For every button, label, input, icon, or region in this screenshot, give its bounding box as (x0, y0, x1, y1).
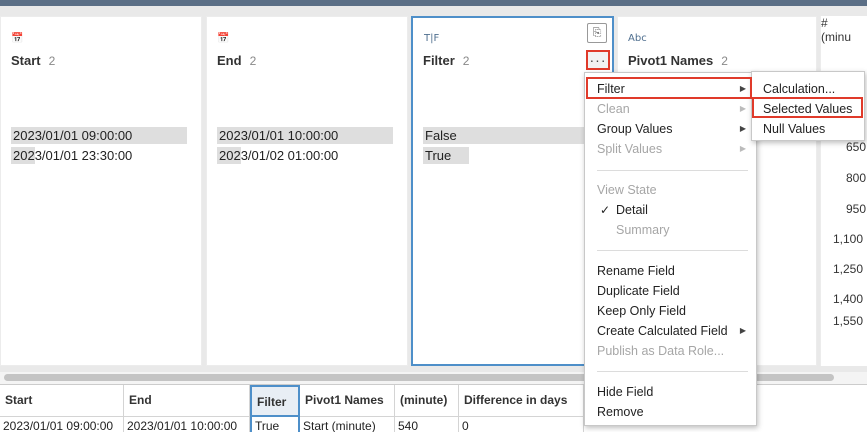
axis-label: 1,400 (833, 292, 864, 306)
menu-item-create-calculated-field[interactable]: Create Calculated Field ▶ (585, 321, 756, 341)
submenu-arrow-icon: ▶ (739, 124, 746, 133)
axis-label: 1,250 (833, 262, 864, 276)
distinct-count: 2 (249, 54, 257, 68)
field-name: Start 2 (11, 53, 56, 68)
menu-item-detail[interactable]: ✓ Detail (585, 200, 756, 220)
menu-section-view-state: View State (597, 183, 657, 197)
submenu-item-selected-values[interactable]: Selected Values (752, 99, 864, 119)
menu-item-publish-as-data-role: Publish as Data Role... (597, 344, 725, 358)
menu-item-summary: Summary (616, 223, 670, 237)
string-icon: Abc (628, 33, 647, 44)
menu-item-filter[interactable]: Filter ▶ (585, 79, 756, 99)
grid-cell[interactable]: 540 (395, 417, 459, 432)
column-header-filter[interactable]: Filter (250, 385, 300, 417)
menu-item-duplicate-field[interactable]: Duplicate Field (585, 281, 756, 301)
value-bar[interactable]: 2023/01/01 10:00:00 (217, 127, 393, 144)
submenu-item-null-values[interactable]: Null Values (752, 119, 864, 139)
field-name: Filter 2 (423, 53, 470, 68)
column-header-difference-in-days[interactable]: Difference in days (459, 385, 584, 417)
submenu-arrow-icon: ▶ (739, 84, 746, 93)
value-bar[interactable]: 2023/01/01 09:00:00 (11, 127, 187, 144)
axis-label: 1,550 (833, 314, 864, 328)
grid-cell[interactable]: True (250, 417, 300, 432)
document-icon: ⎘ (592, 26, 602, 39)
menu-item-clean: Clean ▶ (585, 99, 756, 119)
more-options-button[interactable]: ··· (586, 50, 610, 70)
column-header-pivot1-names[interactable]: Pivot1 Names (300, 385, 395, 417)
field-name: (minu (821, 30, 852, 44)
axis-label: 950 (846, 202, 867, 216)
filter-submenu: Calculation... Selected Values Null Valu… (751, 71, 865, 141)
menu-divider (597, 170, 748, 171)
profile-card-start[interactable]: 📅 Start 2 2023/01/01 09:00:00 2023/01/01 … (0, 16, 202, 366)
calendar-clock-icon: 📅 (217, 33, 230, 44)
grid-cell[interactable]: Start (minute) (300, 417, 395, 432)
open-in-view-button[interactable]: ⎘ (587, 23, 607, 43)
calendar-clock-icon: 📅 (11, 33, 24, 44)
profile-card-minute[interactable]: # (minu 650 800 950 1,100 1,250 1,400 1,… (820, 16, 867, 366)
grid-cell[interactable]: 2023/01/01 09:00:00 (0, 417, 124, 432)
menu-item-split-values: Split Values ▶ (585, 139, 756, 159)
axis-label: 800 (846, 171, 867, 185)
checkmark-icon: ✓ (600, 203, 611, 217)
field-context-menu: Filter ▶ Clean ▶ Group Values ▶ Split Value… (584, 72, 757, 426)
grid-cell[interactable]: 0 (459, 417, 584, 432)
number-icon: # (821, 16, 828, 30)
axis-label: 1,100 (833, 232, 864, 246)
value-bar[interactable]: 2023/01/02 01:00:00 (217, 147, 393, 164)
submenu-arrow-icon: ▶ (739, 144, 746, 153)
menu-item-remove[interactable]: Remove (585, 402, 756, 422)
axis-label: 650 (846, 140, 867, 154)
grid-cell[interactable]: 2023/01/01 10:00:00 (124, 417, 250, 432)
submenu-arrow-icon: ▶ (739, 104, 746, 113)
menu-item-keep-only-field[interactable]: Keep Only Field (585, 301, 756, 321)
column-header-end[interactable]: End (124, 385, 250, 417)
submenu-arrow-icon: ▶ (739, 326, 746, 335)
distinct-count: 2 (721, 54, 728, 68)
menu-item-group-values[interactable]: Group Values ▶ (585, 119, 756, 139)
menu-divider (597, 371, 748, 372)
profile-card-end[interactable]: 📅 End 2 2023/01/01 10:00:00 2023/01/02 01… (206, 16, 408, 366)
boolean-icon: T|F (424, 33, 440, 44)
menu-item-rename-field[interactable]: Rename Field (585, 261, 756, 281)
column-header-start[interactable]: Start (0, 385, 124, 417)
menu-divider (597, 250, 748, 251)
field-name: End 2 (217, 53, 257, 68)
distinct-count: 2 (48, 54, 56, 68)
value-bar[interactable]: 2023/01/01 23:30:00 (11, 147, 187, 164)
value-bar[interactable]: True (423, 147, 593, 164)
distinct-count: 2 (462, 54, 470, 68)
menu-item-hide-field[interactable]: Hide Field (585, 382, 756, 402)
column-header-minute[interactable]: (minute) (395, 385, 459, 417)
field-name: Pivot1 Names 2 (628, 53, 728, 68)
submenu-item-calculation[interactable]: Calculation... (752, 79, 864, 99)
value-bar[interactable]: False (423, 127, 593, 144)
